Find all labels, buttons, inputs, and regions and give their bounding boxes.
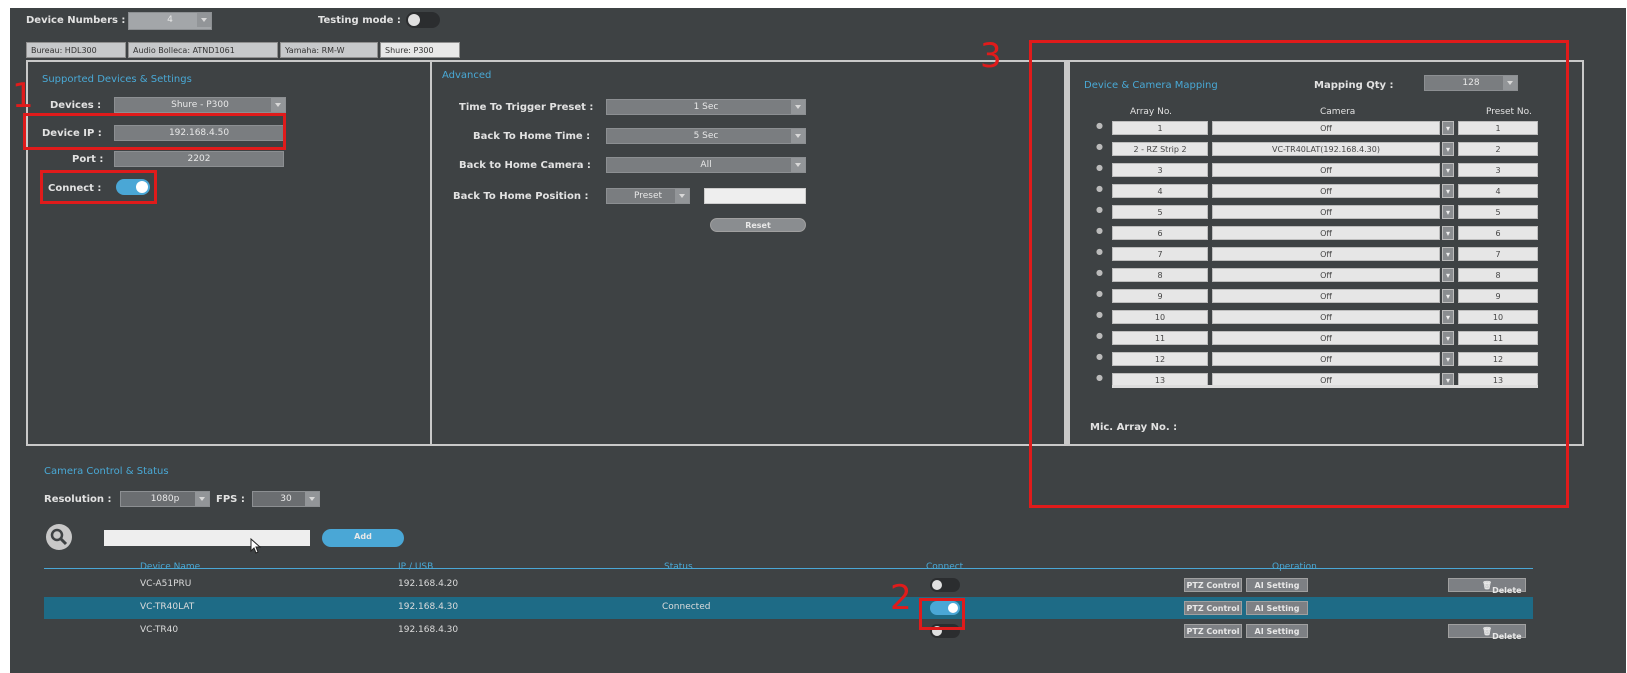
device-ip: 192.168.4.30: [398, 625, 458, 635]
trigger-preset-label: Time To Trigger Preset :: [459, 102, 593, 113]
toggle-knob: [408, 14, 420, 26]
camera-control-title: Camera Control & Status: [44, 466, 169, 477]
fps-value: 30: [280, 494, 291, 504]
ptz-control-button[interactable]: PTZ Control: [1184, 624, 1242, 638]
delete-button[interactable]: 🗑 Delete: [1448, 624, 1526, 638]
back-home-time-select[interactable]: 5 Sec: [606, 128, 806, 144]
trigger-preset-select[interactable]: 1 Sec: [606, 99, 806, 115]
back-home-position-select[interactable]: Preset: [606, 188, 690, 204]
back-home-camera-select[interactable]: All: [606, 157, 806, 173]
advanced-title: Advanced: [442, 70, 491, 81]
ptz-control-button[interactable]: PTZ Control: [1184, 601, 1242, 615]
search-input[interactable]: [104, 530, 310, 546]
annotation-marker-2: 2: [890, 578, 912, 618]
device-name: VC-TR40: [140, 625, 178, 635]
chevron-down-icon: [791, 129, 805, 143]
back-home-position-value: Preset: [634, 191, 662, 201]
fps-label: FPS :: [216, 494, 245, 505]
header-ip: IP / USB: [398, 562, 433, 572]
search-icon[interactable]: [46, 524, 72, 550]
header-operation: Operation: [1272, 562, 1317, 572]
device-name: VC-TR40LAT: [140, 602, 194, 612]
testing-mode-toggle[interactable]: [406, 12, 440, 28]
resolution-value: 1080p: [151, 494, 180, 504]
header-device-name: Device Name: [140, 562, 200, 572]
chevron-down-icon: [675, 189, 689, 203]
header-connect: Connect: [926, 562, 963, 572]
trigger-preset-value: 1 Sec: [694, 102, 719, 112]
ai-setting-button[interactable]: AI Setting: [1246, 624, 1308, 638]
device-numbers-label: Device Numbers :: [26, 15, 125, 26]
highlight-box-connect: [40, 170, 157, 204]
app-window: Device Numbers : 4 Testing mode : Bureau…: [10, 8, 1626, 673]
resolution-select[interactable]: 1080p: [120, 491, 210, 507]
annotation-marker-3: 3: [980, 36, 1002, 76]
port-label: Port :: [72, 154, 103, 165]
table-row[interactable]: VC-TR40 192.168.4.30 PTZ Control AI Sett…: [44, 620, 1533, 642]
header-status: Status: [664, 562, 693, 572]
testing-mode-label: Testing mode :: [318, 15, 401, 26]
advanced-panel: [430, 60, 1066, 446]
port-value: 2202: [188, 154, 211, 164]
chevron-down-icon: [791, 100, 805, 114]
highlight-box-mapping: [1029, 40, 1569, 508]
table-row[interactable]: VC-A51PRU 192.168.4.20 PTZ Control AI Se…: [44, 574, 1533, 596]
device-ip: 192.168.4.30: [398, 602, 458, 612]
chevron-down-icon: [791, 158, 805, 172]
tab-yamaha[interactable]: Yamaha: RM-W: [280, 42, 378, 58]
devices-label: Devices :: [50, 100, 101, 111]
chevron-down-icon: [305, 492, 319, 506]
mouse-cursor-icon: [250, 538, 262, 554]
ai-setting-button[interactable]: AI Setting: [1246, 578, 1308, 592]
port-field[interactable]: 2202: [114, 151, 284, 167]
supported-devices-title: Supported Devices & Settings: [42, 74, 192, 85]
tab-bureau[interactable]: Bureau: HDL300: [26, 42, 126, 58]
chevron-down-icon: [271, 98, 285, 112]
back-home-camera-label: Back to Home Camera :: [459, 160, 591, 171]
device-ip: 192.168.4.20: [398, 579, 458, 589]
back-home-position-label: Back To Home Position :: [453, 191, 588, 202]
resolution-label: Resolution :: [44, 494, 112, 505]
device-connect-toggle[interactable]: [930, 578, 960, 592]
delete-button[interactable]: 🗑 Delete: [1448, 578, 1526, 592]
devices-value: Shure - P300: [171, 100, 229, 110]
annotation-marker-1: 1: [12, 76, 34, 116]
back-home-time-value: 5 Sec: [694, 131, 719, 141]
add-button[interactable]: Add: [322, 529, 404, 547]
chevron-down-icon: [195, 492, 209, 506]
device-list-scrollbar[interactable]: [1534, 564, 1544, 664]
device-status: Connected: [662, 602, 710, 612]
back-home-camera-value: All: [700, 160, 711, 170]
preset-number-input[interactable]: [704, 188, 806, 204]
highlight-box-device-toggle: [919, 598, 965, 630]
tab-audio[interactable]: Audio Bolleca: ATND1061: [128, 42, 278, 58]
devices-select[interactable]: Shure - P300: [114, 97, 286, 113]
ptz-control-button[interactable]: PTZ Control: [1184, 578, 1242, 592]
highlight-box-device-ip: [23, 113, 286, 150]
table-row[interactable]: VC-TR40LAT 192.168.4.30 Connected PTZ Co…: [44, 597, 1533, 619]
fps-select[interactable]: 30: [252, 491, 320, 507]
device-numbers-select[interactable]: 4: [128, 12, 212, 30]
delete-label: Delete: [1492, 630, 1521, 644]
device-numbers-value: 4: [167, 15, 173, 25]
delete-label: Delete: [1492, 584, 1521, 598]
chevron-down-icon: [197, 13, 211, 27]
ai-setting-button[interactable]: AI Setting: [1246, 601, 1308, 615]
reset-button[interactable]: Reset: [710, 218, 806, 232]
device-name: VC-A51PRU: [140, 579, 191, 589]
tab-shure[interactable]: Shure: P300: [380, 42, 460, 58]
back-home-time-label: Back To Home Time :: [473, 131, 590, 142]
toggle-knob: [932, 580, 942, 590]
